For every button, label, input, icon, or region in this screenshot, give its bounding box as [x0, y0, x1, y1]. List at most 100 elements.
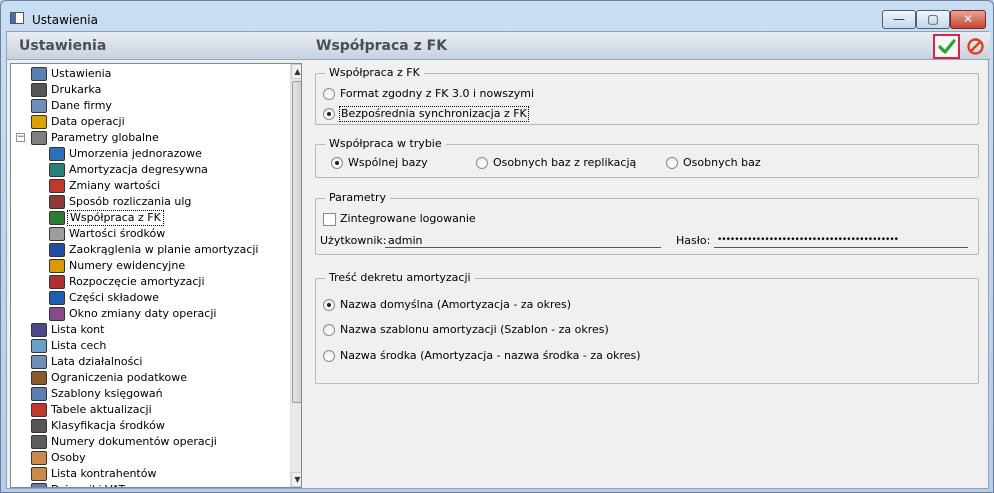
cooperation-mode-legend: Współpraca w trybie	[325, 137, 446, 150]
tree-item-label: Tabele aktualizacji	[51, 403, 152, 416]
separate-db-radio[interactable]	[666, 157, 678, 169]
user-input[interactable]	[385, 233, 661, 248]
tree-item-label: Data operacji	[51, 115, 125, 128]
window-title: Ustawienia	[32, 13, 98, 27]
tree-item-label: Numery ewidencyjne	[69, 259, 186, 272]
features-icon	[31, 339, 47, 353]
tree-item-label: Ograniczenia podatkowe	[51, 371, 188, 384]
shared-db-label: Wspólnej bazy	[348, 156, 428, 169]
checkmark-icon	[938, 39, 956, 54]
contractors-icon	[31, 467, 47, 481]
tree-item-label: Lista kont	[51, 323, 105, 336]
scroll-down-button[interactable]: ▼	[291, 472, 301, 487]
cancel-icon	[967, 38, 984, 55]
rounding-icon	[49, 243, 65, 257]
tree-item-label: Sposób rozliczania ulg	[69, 195, 192, 208]
password-label: Hasło:	[676, 234, 711, 247]
printer-icon	[31, 83, 47, 97]
tree-item-label: Lista cech	[51, 339, 107, 352]
settings-tree[interactable]: Ustawienia Drukarka Dane firmy Data operacj…	[10, 63, 302, 488]
decree-content-group: Treść dekretu amortyzacji Nazwa domyślna…	[315, 271, 979, 384]
integrated-login-checkbox[interactable]	[323, 213, 336, 226]
parameters-group: Parametry Zintegrowane logowanie Użytkow…	[315, 191, 979, 255]
tree-item-label: Dane firmy	[51, 99, 112, 112]
scroll-up-button[interactable]: ▲	[291, 64, 301, 79]
classification-icon	[31, 419, 47, 433]
password-input[interactable]: ••••••••••••••••••••••••••••••••••••••••…	[714, 233, 968, 248]
minimize-button[interactable]: —	[882, 10, 916, 29]
degressive-icon	[49, 163, 65, 177]
tree-item-label: Lista kontrahentów	[51, 467, 157, 480]
calendar-icon	[31, 115, 47, 129]
user-label: Użytkownik:	[320, 234, 387, 247]
page-title: Współpraca z FK	[316, 38, 448, 54]
tree-item-label: Wartości środków	[69, 227, 166, 240]
tree-item-label: Drukarka	[51, 83, 102, 96]
tree-item-label: Ustawienia	[51, 67, 112, 80]
app-icon	[10, 12, 24, 24]
title-bar[interactable]: Ustawienia — ▢ ✕	[1, 1, 993, 31]
default-name-radio[interactable]	[323, 299, 335, 311]
tree-item-label: Dzienniki VAT	[49, 482, 127, 487]
tree-scrollbar[interactable]: ▲ ▼	[290, 64, 301, 487]
direct-sync-radio[interactable]	[323, 108, 335, 120]
journal-icon	[31, 483, 47, 487]
template-name-radio[interactable]	[323, 324, 335, 336]
person-icon	[31, 451, 47, 465]
tree-item-label: Rozpoczęcie amortyzacji	[69, 275, 205, 288]
components-icon	[49, 291, 65, 305]
years-icon	[31, 355, 47, 369]
format-fk-radio[interactable]	[323, 88, 335, 100]
settings-navigation-pane: Ustawienia Ustawienia Drukarka Dane firmy D…	[7, 32, 307, 490]
settings-window: Ustawienia — ▢ ✕ Ustawienia Ustawienia Dr…	[0, 0, 994, 493]
asset-value-icon	[49, 227, 65, 241]
parameters-icon	[31, 131, 47, 145]
tree-item-label: Numery dokumentów operacji	[51, 435, 217, 448]
update-table-icon	[31, 403, 47, 417]
relief-icon	[49, 195, 65, 209]
settings-content-pane: Współpraca z FK Współpraca z FK Format z…	[305, 32, 990, 490]
replication-radio[interactable]	[476, 157, 488, 169]
integrated-login-label: Zintegrowane logowanie	[340, 212, 476, 225]
parameters-legend: Parametry	[325, 191, 390, 204]
templates-icon	[31, 387, 47, 401]
asset-name-radio[interactable]	[323, 350, 335, 362]
cancel-button[interactable]	[967, 38, 984, 55]
navigation-header: Ustawienia	[7, 32, 307, 60]
separate-db-label: Osobnych baz	[683, 156, 761, 169]
save-button[interactable]	[933, 34, 960, 59]
tree-item-label: Klasyfikacja środków	[51, 419, 165, 432]
asset-name-label: Nazwa środka (Amortyzacja - nazwa środka…	[340, 349, 641, 362]
tree-item-label: Amortyzacja degresywna	[69, 163, 208, 176]
date-window-icon	[49, 307, 65, 321]
tree-item-label: Parametry globalne	[51, 131, 159, 144]
tree-item-label: Współpraca z FK	[67, 210, 164, 226]
fk-icon	[49, 211, 65, 225]
navigation-header-title: Ustawienia	[19, 38, 107, 54]
fk-cooperation-group: Współpraca z FK Format zgodny z FK 3.0 i…	[315, 66, 979, 125]
tree-item-label: Osoby	[51, 451, 86, 464]
tree-collapse-toggle[interactable]: −	[16, 133, 25, 142]
shared-db-radio[interactable]	[331, 157, 343, 169]
direct-sync-label: Bezpośrednia synchronizacja z FK	[339, 106, 529, 122]
maximize-button[interactable]: ▢	[916, 10, 950, 29]
tools-icon	[31, 67, 47, 81]
value-change-icon	[49, 179, 65, 193]
tree-item-label: Umorzenia jednorazowe	[69, 147, 202, 160]
tree-item-label: Części składowe	[69, 291, 159, 304]
accounts-icon	[31, 323, 47, 337]
tree-item-label: Zmiany wartości	[69, 179, 161, 192]
close-button[interactable]: ✕	[950, 10, 986, 29]
scroll-thumb[interactable]	[292, 81, 301, 403]
cooperation-mode-group: Współpraca w trybie Wspólnej bazy Osobny…	[315, 137, 979, 178]
tree-item-label: Okno zmiany daty operacji	[69, 307, 217, 320]
client-area: Ustawienia Ustawienia Drukarka Dane firmy D…	[6, 31, 990, 490]
tree-item-label: Zaokrąglenia w planie amortyzacji	[69, 243, 259, 256]
tax-icon	[31, 371, 47, 385]
content-header: Współpraca z FK	[305, 32, 990, 60]
default-name-label: Nazwa domyślna (Amortyzacja - za okres)	[340, 298, 572, 311]
start-icon	[49, 275, 65, 289]
decree-content-legend: Treść dekretu amortyzacji	[325, 271, 475, 284]
company-icon	[31, 99, 47, 113]
depreciation-icon	[49, 147, 65, 161]
